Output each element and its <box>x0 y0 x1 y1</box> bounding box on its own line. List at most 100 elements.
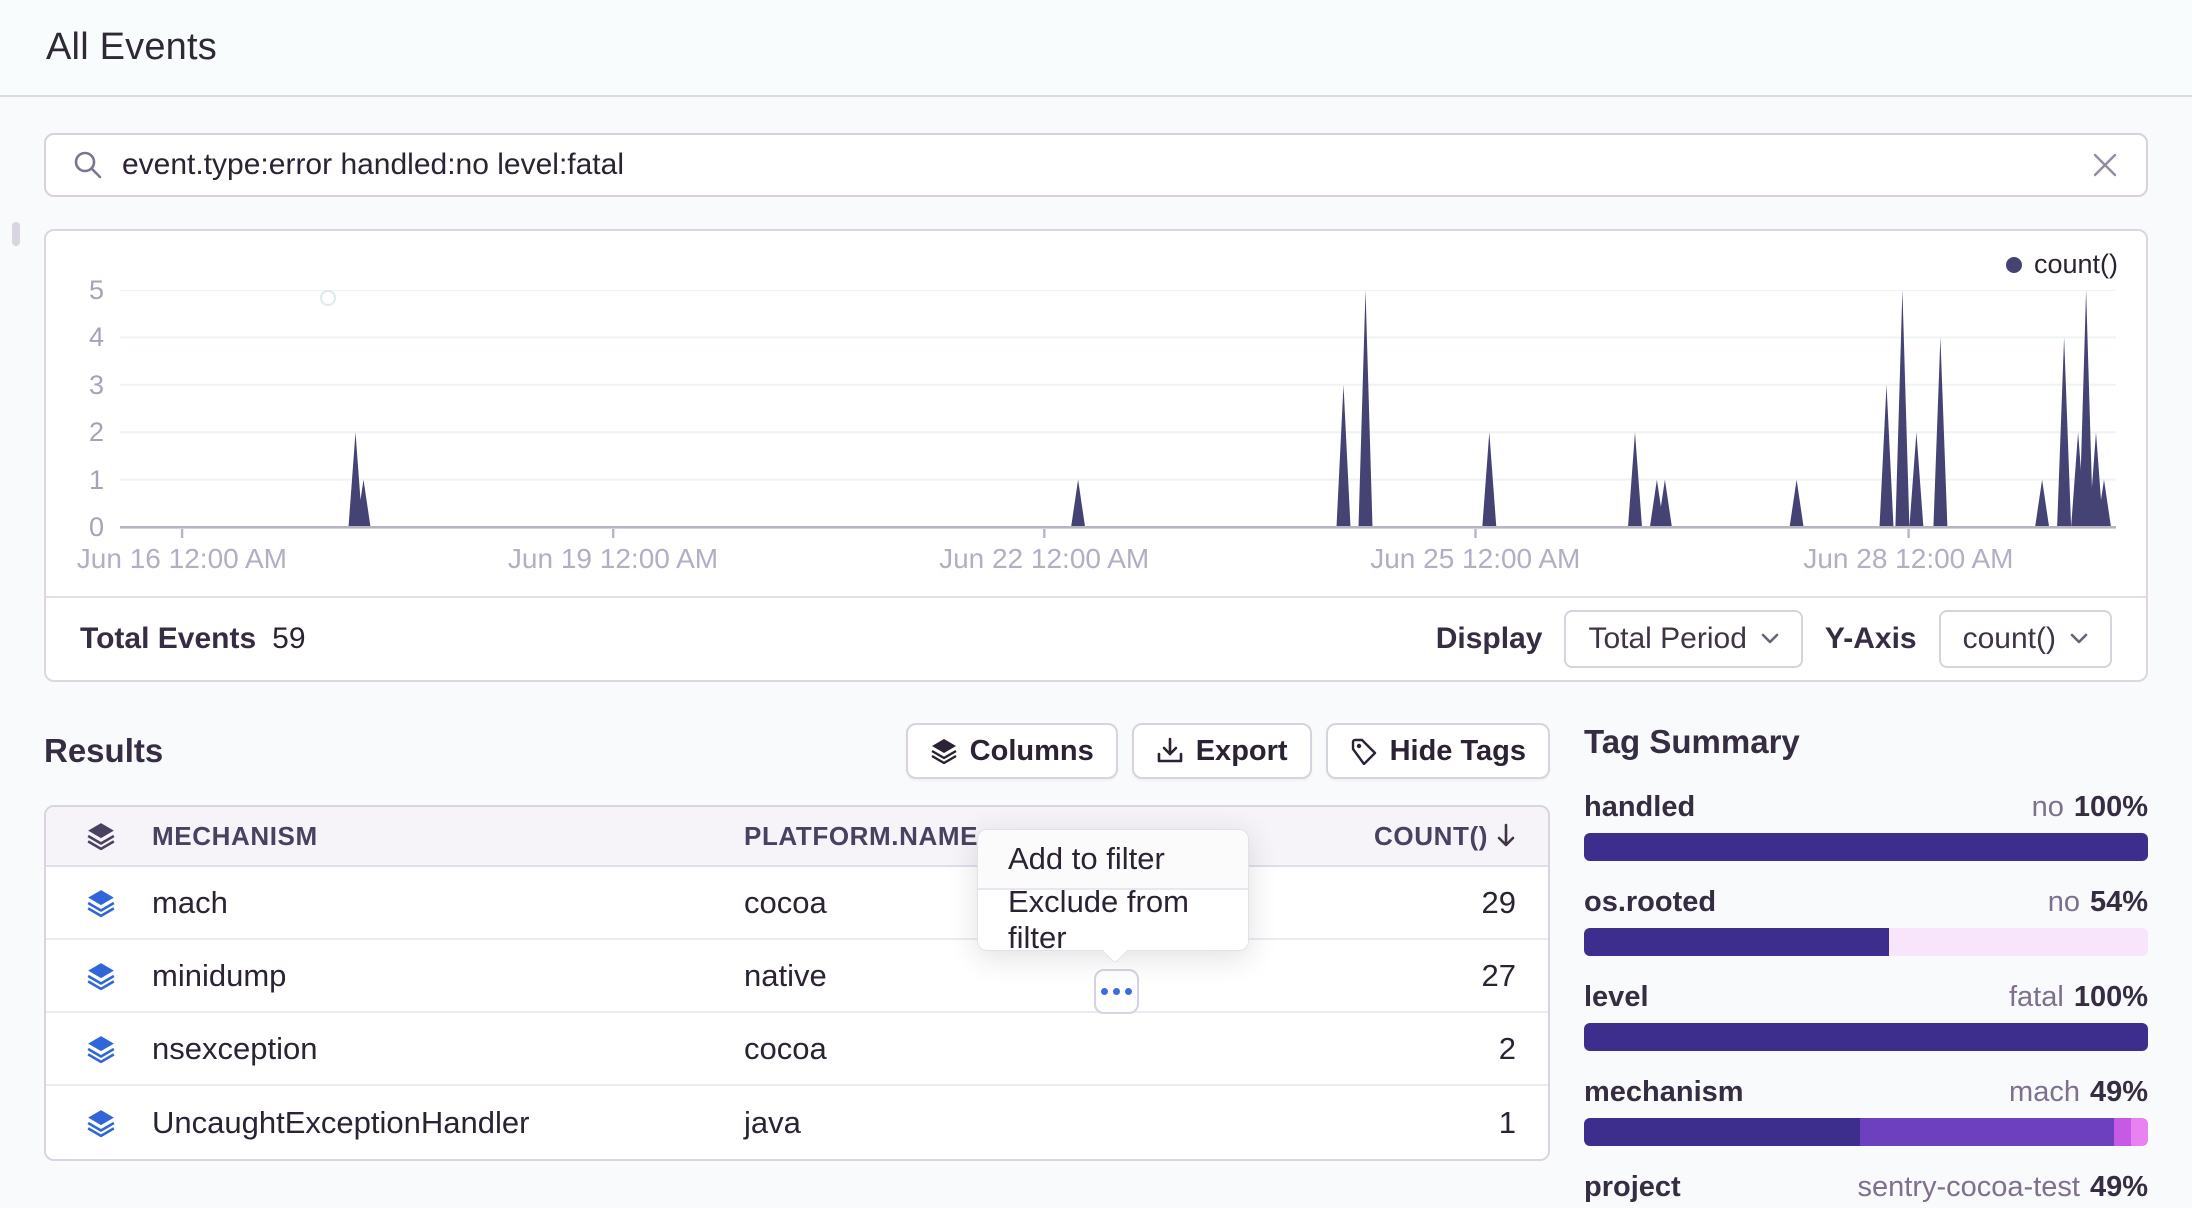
table-row[interactable]: machcocoa29 <box>46 867 1548 940</box>
cell-platform[interactable]: java <box>744 1105 1499 1141</box>
column-header-mechanism[interactable]: MECHANISM <box>152 821 744 852</box>
chart-plot-area[interactable] <box>120 290 2116 540</box>
tag-summary-title: Tag Summary <box>1584 723 2148 761</box>
cell-actions-button[interactable] <box>1094 969 1139 1014</box>
tag-bar-segment[interactable] <box>1584 833 2148 861</box>
sort-desc-arrow-icon <box>1496 823 1516 849</box>
legend-series-label: count() <box>2034 249 2118 280</box>
cell-mechanism[interactable]: minidump <box>152 958 744 994</box>
tag-name: project <box>1584 1171 1681 1204</box>
tag-top-percent: 100% <box>2074 791 2148 824</box>
chart-legend[interactable]: count() <box>2006 249 2118 280</box>
tag-bar-segment[interactable] <box>1584 1023 2148 1051</box>
y-axis-tick-label: 1 <box>46 466 104 494</box>
layers-icon <box>86 1108 116 1138</box>
tag-top-value: mach <box>2009 1076 2080 1109</box>
display-select-value: Total Period <box>1588 622 1746 656</box>
tag-summary-item: handled no 100% <box>1584 791 2148 861</box>
tag-list: handledno100%os.rootedno54%levelfatal100… <box>1584 791 2148 1208</box>
page-header: All Events <box>0 0 2192 97</box>
total-events-value: 59 <box>272 622 305 656</box>
tag-top-value: no <box>2032 791 2064 824</box>
tag-bar-segment[interactable] <box>2114 1118 2131 1146</box>
tag-top-percent: 49% <box>2090 1076 2148 1109</box>
chart-footer: Total Events 59 Display Total Period Y-A… <box>46 596 2146 680</box>
page: All Events event.type:error handled:no l… <box>0 0 2192 1208</box>
cell-count[interactable]: 27 <box>1482 958 1516 994</box>
cell-action-menu: Add to filter Exclude from filter <box>977 829 1249 951</box>
tag-distribution-bar[interactable] <box>1584 1023 2148 1051</box>
events-chart-panel: count() 012345 Jun 16 12:00 AMJun 19 12:… <box>44 229 2148 682</box>
tag-top-percent: 54% <box>2090 886 2148 919</box>
results-table: MECHANISM PLATFORM.NAME COUNT() machcoco… <box>44 805 1550 1161</box>
results-column: Results ColumnsExportHide Tags MECHANISM <box>44 723 1550 1208</box>
tag-top-percent: 100% <box>2074 981 2148 1014</box>
results-toolbar: ColumnsExportHide Tags <box>906 723 1550 779</box>
tag-top-value: no <box>2048 886 2080 919</box>
layers-icon <box>86 961 116 991</box>
tag-bar-segment[interactable] <box>1860 1118 2114 1146</box>
y-axis-tick-label: 4 <box>46 323 104 351</box>
table-row[interactable]: UncaughtExceptionHandlerjava1 <box>46 1086 1548 1159</box>
x-axis-tick-label: Jun 22 12:00 AM <box>939 543 1149 575</box>
x-axis-tick-label: Jun 25 12:00 AM <box>1370 543 1580 575</box>
table-body: machcocoa29minidumpnative27nsexceptionco… <box>46 867 1548 1159</box>
tag-top-percent: 49% <box>2090 1171 2148 1204</box>
tag-distribution-bar[interactable] <box>1584 1118 2148 1146</box>
results-title: Results <box>44 732 163 770</box>
column-header-count[interactable]: COUNT() <box>1374 821 1516 852</box>
tag-summary-item: mechanism mach 49% <box>1584 1076 2148 1146</box>
cell-mechanism[interactable]: nsexception <box>152 1031 744 1067</box>
chevron-down-icon <box>1761 633 1779 645</box>
tag-bar-segment[interactable] <box>1584 928 1889 956</box>
hide-tags-button[interactable]: Hide Tags <box>1326 723 1550 779</box>
clear-search-icon[interactable] <box>2090 150 2120 180</box>
x-axis-tick-label: Jun 19 12:00 AM <box>508 543 718 575</box>
cell-platform[interactable]: cocoa <box>744 1031 1499 1067</box>
tag-summary-item: os.rootedno54% <box>1584 886 2148 956</box>
display-label: Display <box>1436 622 1543 656</box>
tag-bar-segment[interactable] <box>1584 1118 1860 1146</box>
menu-item-add-to-filter[interactable]: Add to filter <box>978 830 1248 890</box>
chevron-down-icon <box>2070 633 2088 645</box>
table-header-row: MECHANISM PLATFORM.NAME COUNT() <box>46 807 1548 867</box>
export-button[interactable]: Export <box>1132 723 1312 779</box>
cell-count[interactable]: 1 <box>1499 1105 1516 1141</box>
tag-name: mechanism <box>1584 1076 1744 1109</box>
y-axis-tick-label: 2 <box>46 418 104 446</box>
tag-distribution-bar[interactable] <box>1584 833 2148 861</box>
yaxis-label: Y-Axis <box>1825 622 1917 656</box>
tag-name: handled <box>1584 791 1695 824</box>
cell-mechanism[interactable]: mach <box>152 885 744 921</box>
table-row[interactable]: minidumpnative27 <box>46 940 1548 1013</box>
chart-x-axis-labels: Jun 16 12:00 AMJun 19 12:00 AMJun 22 12:… <box>120 543 2116 579</box>
chart-controls: Display Total Period Y-Axis count() <box>1436 610 2112 668</box>
tag-summary-panel: Tag Summary handledno100%os.rootedno54%l… <box>1584 723 2148 1208</box>
columns-button[interactable]: Columns <box>906 723 1118 779</box>
legend-series-dot <box>2006 257 2022 273</box>
y-axis-tick-label: 0 <box>46 513 104 541</box>
download-icon <box>1156 737 1184 765</box>
tag-bar-segment[interactable] <box>2131 1118 2148 1146</box>
sidebar-drag-handle <box>12 222 20 246</box>
display-select[interactable]: Total Period <box>1564 610 1802 668</box>
tag-name: level <box>1584 981 1649 1014</box>
tag-distribution-bar[interactable] <box>1584 928 2148 956</box>
search-input[interactable]: event.type:error handled:no level:fatal <box>44 133 2148 197</box>
chart-y-axis-labels: 012345 <box>46 290 104 528</box>
events-spike-chart[interactable] <box>120 290 2116 540</box>
total-events-label: Total Events <box>80 622 256 656</box>
layers-icon <box>86 888 116 918</box>
search-icon <box>72 149 104 181</box>
tag-icon <box>1350 737 1378 765</box>
yaxis-select[interactable]: count() <box>1939 610 2112 668</box>
layers-icon <box>86 821 116 851</box>
layers-icon <box>86 1034 116 1064</box>
table-row[interactable]: nsexceptioncocoa2 <box>46 1013 1548 1086</box>
cell-mechanism[interactable]: UncaughtExceptionHandler <box>152 1105 744 1141</box>
yaxis-select-value: count() <box>1963 622 2056 656</box>
cell-count[interactable]: 2 <box>1499 1031 1516 1067</box>
cell-count[interactable]: 29 <box>1482 885 1516 921</box>
x-axis-tick-label: Jun 16 12:00 AM <box>77 543 287 575</box>
page-title: All Events <box>46 26 217 69</box>
